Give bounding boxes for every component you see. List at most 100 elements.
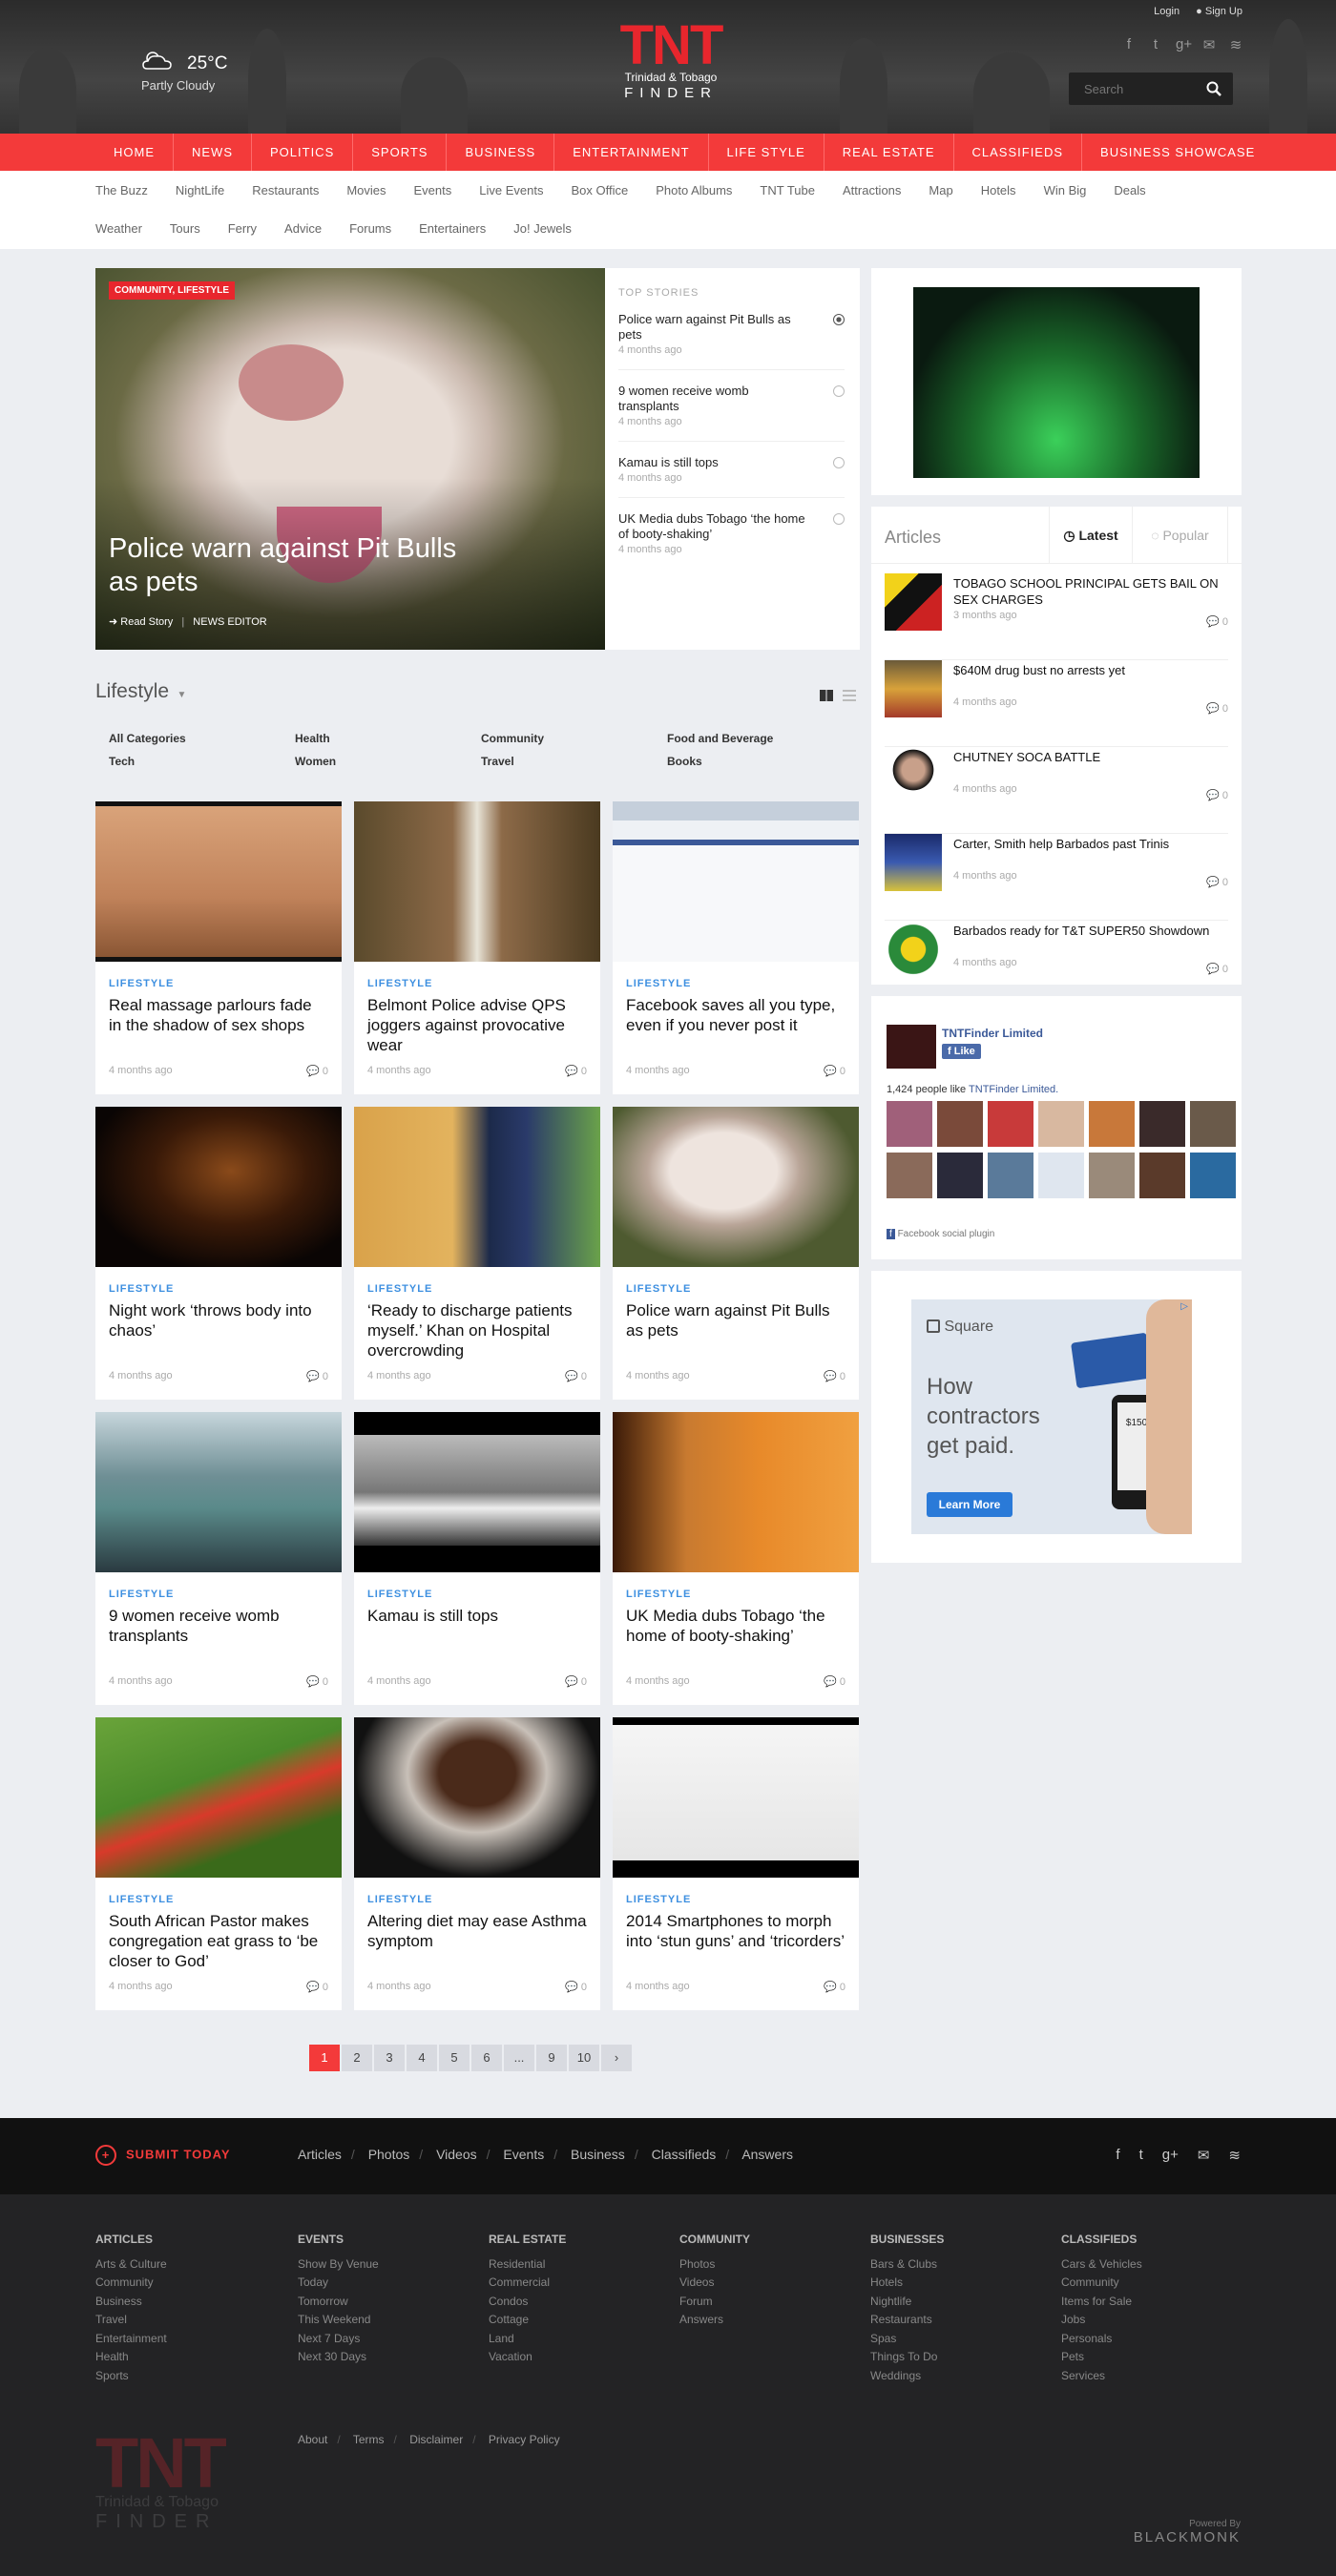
facebook-like-button[interactable]: f Like [942, 1044, 981, 1059]
subnav-item[interactable]: Weather [95, 221, 142, 236]
nav-entertainment[interactable]: ENTERTAINMENT [554, 134, 709, 171]
article-thumbnail[interactable] [95, 1717, 342, 1878]
category-health[interactable]: Health [295, 732, 481, 745]
page-button[interactable]: 6 [471, 2045, 502, 2071]
article-thumbnail[interactable] [95, 801, 342, 962]
article-card[interactable]: LIFESTYLE UK Media dubs Tobago ‘the home… [613, 1412, 859, 1705]
top-story-item[interactable]: Kamau is still tops 4 months ago [618, 455, 845, 498]
footer-column-link[interactable]: Spas [870, 2330, 944, 2349]
article-category[interactable]: LIFESTYLE [626, 1589, 691, 1600]
nav-business[interactable]: BUSINESS [447, 134, 555, 171]
article-thumbnail[interactable] [613, 1412, 859, 1572]
footer-column-link[interactable]: Today [298, 2274, 379, 2293]
category-books[interactable]: Books [667, 755, 853, 768]
article-thumbnail[interactable] [354, 801, 600, 962]
legal-link[interactable]: Disclaimer [409, 2433, 463, 2446]
article-card[interactable]: LIFESTYLE 9 women receive womb transplan… [95, 1412, 342, 1705]
nav-classifieds[interactable]: CLASSIFIEDS [954, 134, 1083, 171]
fan-avatar[interactable] [1139, 1153, 1185, 1198]
footer-column-link[interactable]: Items for Sale [1061, 2293, 1142, 2312]
concert-image[interactable] [913, 287, 1200, 478]
read-story-link[interactable]: Read Story [120, 616, 173, 628]
twitter-icon[interactable]: t [1139, 2147, 1143, 2164]
footer-column-link[interactable]: Tomorrow [298, 2293, 379, 2312]
fan-avatar[interactable] [1139, 1101, 1185, 1147]
facebook-icon[interactable]: f [1122, 36, 1136, 53]
footer-column-link[interactable]: Weddings [870, 2367, 944, 2386]
footer-link[interactable]: Events [503, 2147, 544, 2162]
page-button[interactable]: 1 [309, 2045, 340, 2071]
footer-column-link[interactable]: Hotels [870, 2274, 944, 2293]
article-thumbnail[interactable] [95, 1107, 342, 1267]
featured-title[interactable]: Police warn against Pit Bulls as pets [109, 532, 471, 599]
section-title[interactable]: Lifestyle [95, 680, 169, 702]
google-plus-icon[interactable]: g+ [1162, 2147, 1179, 2164]
fan-avatar[interactable] [988, 1153, 1033, 1198]
article-card[interactable]: LIFESTYLE Facebook saves all you type, e… [613, 801, 859, 1094]
footer-column-link[interactable]: Things To Do [870, 2348, 944, 2367]
fan-avatar[interactable] [887, 1153, 932, 1198]
fan-avatar[interactable] [1190, 1101, 1236, 1147]
nav-business-showcase[interactable]: BUSINESS SHOWCASE [1082, 134, 1273, 171]
article-card[interactable]: LIFESTYLE Belmont Police advise QPS jogg… [354, 801, 600, 1094]
footer-column-link[interactable]: Bars & Clubs [870, 2255, 944, 2275]
facebook-plugin-label[interactable]: f Facebook social plugin [887, 1229, 994, 1239]
article-title[interactable]: Belmont Police advise QPS joggers agains… [367, 995, 587, 1055]
page-link[interactable]: TNTFinder Limited. [969, 1084, 1058, 1095]
ad-choices-icon[interactable]: ▷ [1180, 1301, 1188, 1312]
footer-column-link[interactable]: Condos [489, 2293, 566, 2312]
rss-icon[interactable]: ≋ [1228, 2147, 1241, 2164]
article-category[interactable]: LIFESTYLE [109, 1283, 174, 1295]
nav-life-style[interactable]: LIFE STYLE [709, 134, 825, 171]
subnav-item[interactable]: Deals [1114, 183, 1145, 197]
article-list-thumbnail[interactable] [885, 747, 942, 804]
article-title[interactable]: Police warn against Pit Bulls as pets [626, 1300, 845, 1340]
article-list-title[interactable]: TOBAGO SCHOOL PRINCIPAL GETS BAIL ON SEX… [953, 575, 1221, 608]
article-list-title[interactable]: Barbados ready for T&T SUPER50 Showdown [953, 923, 1221, 939]
article-title[interactable]: South African Pastor makes congregation … [109, 1911, 328, 1971]
footer-column-link[interactable]: Community [1061, 2274, 1142, 2293]
indicator-icon[interactable] [833, 385, 845, 397]
article-card[interactable]: LIFESTYLE Real massage parlours fade in … [95, 801, 342, 1094]
article-card[interactable]: LIFESTYLE Night work ‘throws body into c… [95, 1107, 342, 1400]
featured-category-tag[interactable]: COMMUNITY, LIFESTYLE [109, 281, 235, 300]
top-story-title[interactable]: Kamau is still tops [618, 455, 809, 470]
article-card[interactable]: LIFESTYLE Kamau is still tops 4 months a… [354, 1412, 600, 1705]
category-all[interactable]: All Categories [109, 732, 295, 745]
ad-creative[interactable]: Square How contractors get paid. Learn M… [911, 1299, 1192, 1534]
page-button[interactable]: 9 [536, 2045, 567, 2071]
article-thumbnail[interactable] [95, 1412, 342, 1572]
grid-view-icon[interactable] [820, 690, 833, 701]
footer-column-link[interactable]: Commercial [489, 2274, 566, 2293]
signup-link[interactable]: ● Sign Up [1196, 6, 1242, 17]
footer-column-link[interactable]: Cottage [489, 2311, 566, 2330]
category-travel[interactable]: Travel [481, 755, 667, 768]
legal-link[interactable]: Terms [353, 2433, 385, 2446]
article-list-thumbnail[interactable] [885, 573, 942, 631]
article-thumbnail[interactable] [613, 801, 859, 962]
page-button[interactable]: 3 [374, 2045, 405, 2071]
subnav-item[interactable]: The Buzz [95, 183, 148, 197]
article-category[interactable]: LIFESTYLE [367, 1283, 432, 1295]
page-button[interactable]: 5 [439, 2045, 470, 2071]
subnav-item[interactable]: Ferry [228, 221, 257, 236]
nav-home[interactable]: HOME [95, 134, 174, 171]
article-title[interactable]: UK Media dubs Tobago ‘the home of booty-… [626, 1606, 845, 1646]
nav-politics[interactable]: POLITICS [252, 134, 354, 171]
square-advertisement[interactable]: Square How contractors get paid. Learn M… [871, 1271, 1242, 1563]
footer-column-link[interactable]: Personals [1061, 2330, 1142, 2349]
fan-avatar[interactable] [1038, 1153, 1084, 1198]
top-story-item[interactable]: Police warn against Pit Bulls as pets 4 … [618, 312, 845, 370]
top-story-title[interactable]: UK Media dubs Tobago ‘the home of booty-… [618, 511, 809, 542]
article-category[interactable]: LIFESTYLE [367, 1894, 432, 1905]
subnav-item[interactable]: Jo! Jewels [513, 221, 572, 236]
top-story-item[interactable]: UK Media dubs Tobago ‘the home of booty-… [618, 511, 845, 569]
search-icon[interactable] [1206, 81, 1221, 96]
footer-link[interactable]: Business [571, 2147, 625, 2162]
subnav-item[interactable]: Attractions [843, 183, 901, 197]
subnav-item[interactable]: TNT Tube [760, 183, 815, 197]
footer-column-link[interactable]: Community [95, 2274, 167, 2293]
article-list-title[interactable]: CHUTNEY SOCA BATTLE [953, 749, 1221, 765]
article-card[interactable]: LIFESTYLE South African Pastor makes con… [95, 1717, 342, 2010]
footer-column-link[interactable]: Services [1061, 2367, 1142, 2386]
